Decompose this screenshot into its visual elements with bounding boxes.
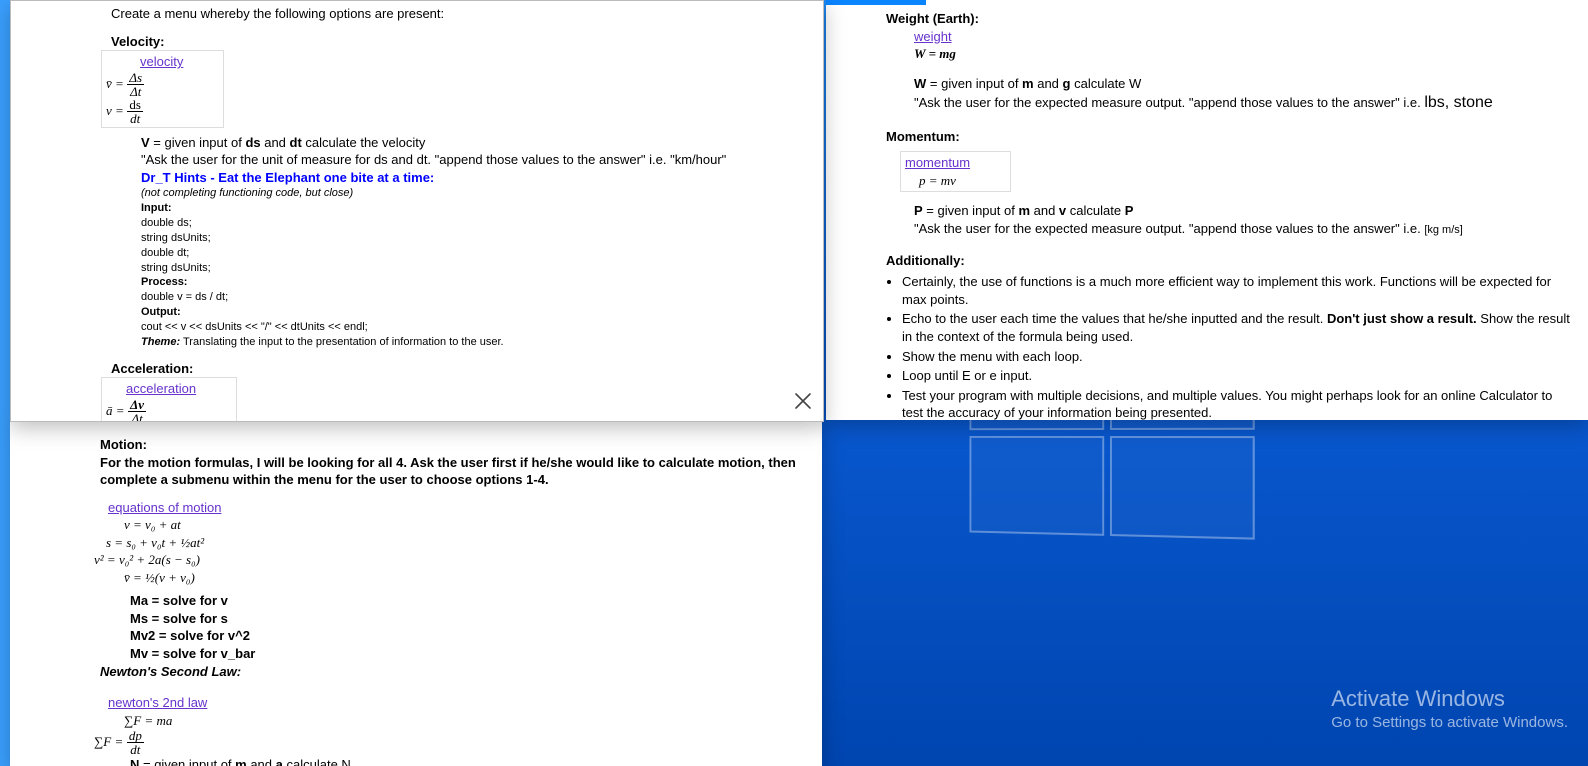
- velocity-ask-line: "Ask the user for the unit of measure fo…: [141, 151, 805, 169]
- activate-windows-watermark: Activate Windows Go to Settings to activ…: [1331, 686, 1568, 731]
- document-window-middle: Motion: For the motion formulas, I will …: [10, 420, 822, 766]
- momentum-heading: Momentum:: [886, 128, 1570, 146]
- momentum-link[interactable]: momentum: [905, 155, 970, 170]
- hint-title: Dr_T Hints - Eat the Elephant one bite a…: [141, 169, 805, 187]
- bullet-2: Echo to the user each time the values th…: [902, 310, 1570, 345]
- intro-text: Create a menu whereby the following opti…: [111, 5, 805, 23]
- velocity-link[interactable]: velocity: [140, 54, 183, 69]
- additionally-list: Certainly, the use of functions is a muc…: [902, 273, 1570, 420]
- motion-heading: Motion:: [100, 436, 804, 454]
- momentum-ask-line: "Ask the user for the expected measure o…: [914, 220, 1570, 238]
- motion-eq1: v = v₀ + at: [124, 516, 804, 534]
- momentum-given-line: P = given input of m and v calculate P: [914, 202, 1570, 220]
- equations-of-motion-link[interactable]: equations of motion: [108, 500, 221, 515]
- hint-input-h: Input:: [141, 202, 172, 214]
- motion-intro: For the motion formulas, I will be looki…: [100, 454, 804, 489]
- motion-eq2: s = s₀ + v₀t + ½at²: [106, 534, 804, 552]
- resize-handle-icon[interactable]: [793, 391, 813, 411]
- hint-l6: cout << v << dsUnits << "/" << dtUnits <…: [141, 320, 805, 335]
- motion-eq3: v² = v₀² + 2a(s − s₀): [94, 551, 804, 569]
- hint-note: (not completing functioning code, but cl…: [141, 186, 805, 201]
- bullet-4: Loop until E or e input.: [902, 367, 1570, 385]
- velocity-formula-1: v̄ = ΔsΔt: [106, 71, 183, 98]
- document-window-right: Weight (Earth): weight W = mg W = given …: [826, 0, 1588, 420]
- hint-l4: string dsUnits;: [141, 261, 805, 276]
- motion-mv: Mv = solve for v_bar: [130, 645, 804, 663]
- motion-eq4: v̄ = ½(v + v₀): [124, 569, 804, 587]
- velocity-given-line: V = given input of ds and dt calculate t…: [141, 134, 805, 152]
- hint-l1: double ds;: [141, 216, 805, 231]
- bullet-1: Certainly, the use of functions is a muc…: [902, 273, 1570, 308]
- acceleration-heading: Acceleration:: [111, 360, 805, 378]
- weight-link[interactable]: weight: [914, 29, 952, 44]
- weight-given-line: W = given input of m and g calculate W: [914, 75, 1570, 93]
- hint-process-h: Process:: [141, 276, 187, 288]
- newton-given-line: N = given input of m and a calculate N: [130, 756, 804, 766]
- hint-l5: double v = ds / dt;: [141, 290, 805, 305]
- motion-ma: Ma = solve for v: [130, 592, 804, 610]
- hint-l2: string dsUnits;: [141, 231, 805, 246]
- motion-mv2: Mv2 = solve for v^2: [130, 627, 804, 645]
- activate-title: Activate Windows: [1331, 686, 1568, 712]
- accel-formula-1: ā = ΔvΔt: [106, 398, 196, 422]
- hint-theme: Theme: Translating the input to the pres…: [141, 335, 805, 350]
- newton-link[interactable]: newton's 2nd law: [108, 695, 207, 710]
- hint-output-h: Output:: [141, 306, 181, 318]
- motion-ms: Ms = solve for s: [130, 610, 804, 628]
- velocity-formula-2: v = dsdt: [106, 98, 183, 125]
- hint-l3: double dt;: [141, 246, 805, 261]
- acceleration-link[interactable]: acceleration: [126, 381, 196, 396]
- bullet-5: Test your program with multiple decision…: [902, 387, 1570, 420]
- newton-heading: Newton's Second Law:: [100, 663, 804, 681]
- desktop-background: Activate Windows Go to Settings to activ…: [0, 0, 1588, 766]
- additionally-heading: Additionally:: [886, 252, 1570, 270]
- newton-eq2: ∑F = dpdt: [94, 729, 804, 756]
- newton-eq1: ∑F = ma: [124, 712, 804, 730]
- document-window-left: Create a menu whereby the following opti…: [10, 0, 824, 422]
- bullet-3: Show the menu with each loop.: [902, 348, 1570, 366]
- weight-heading: Weight (Earth):: [886, 10, 1570, 28]
- weight-eq: W = mg: [914, 46, 956, 61]
- weight-ask-line: "Ask the user for the expected measure o…: [914, 92, 1570, 114]
- activate-sub: Go to Settings to activate Windows.: [1331, 714, 1568, 731]
- velocity-heading: Velocity:: [111, 33, 805, 51]
- momentum-eq: p = mv: [919, 173, 956, 188]
